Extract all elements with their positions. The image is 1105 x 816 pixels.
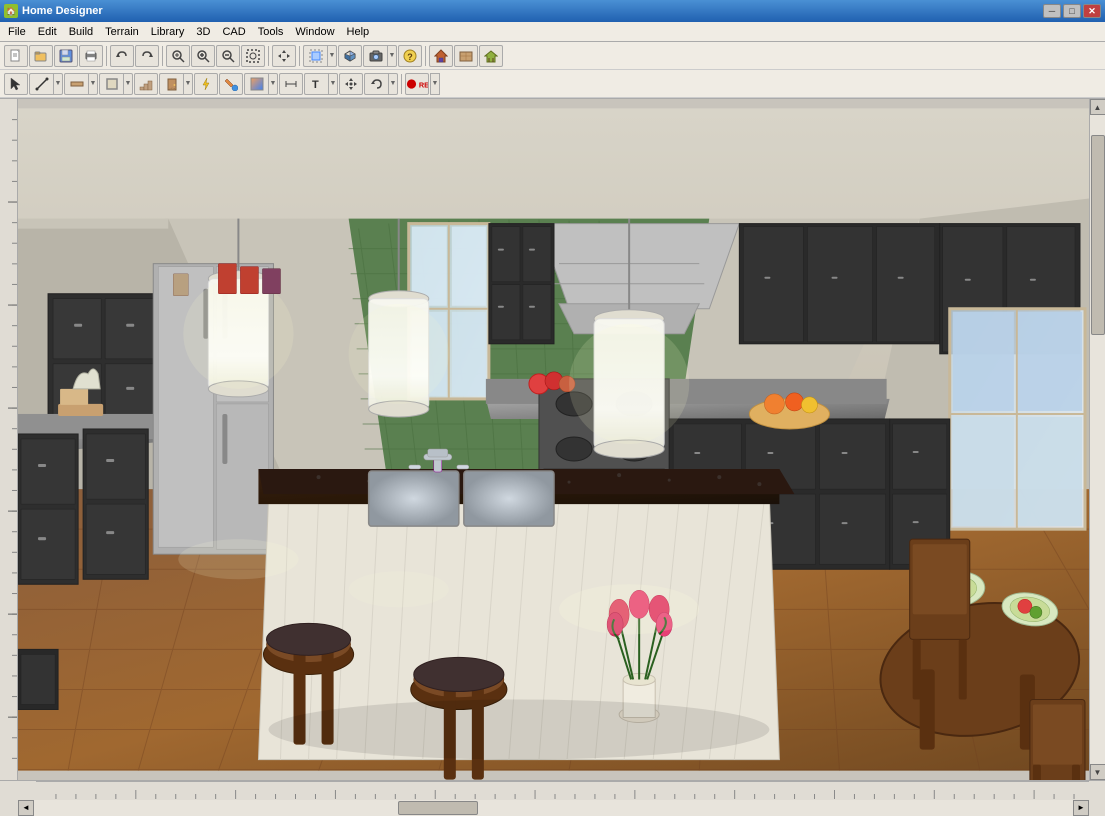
draw-dropdown: ▼: [29, 73, 63, 95]
minimize-button[interactable]: ─: [1043, 4, 1061, 18]
h-scroll-thumb[interactable]: [398, 801, 478, 815]
rotate-button[interactable]: [364, 73, 388, 95]
main-area: ▲ ▼: [0, 99, 1105, 780]
kitchen-render: [18, 99, 1089, 780]
svg-text:?: ?: [407, 52, 413, 62]
menu-file[interactable]: File: [2, 24, 32, 40]
title-bar: 🏠 Home Designer ─ □ ✕: [0, 0, 1105, 22]
menu-tools[interactable]: Tools: [252, 24, 290, 40]
pan-button[interactable]: [272, 45, 296, 67]
select-dropdown: ▼: [303, 45, 337, 67]
transform-dropdown-arrow[interactable]: ▼: [388, 73, 398, 95]
wall-button[interactable]: [64, 73, 88, 95]
material-dropdown: ▼: [244, 73, 278, 95]
menu-help[interactable]: Help: [341, 24, 376, 40]
right-scrollbar: ▲ ▼: [1089, 99, 1105, 780]
door-dropdown-arrow[interactable]: ▼: [183, 73, 193, 95]
toolbar-row-2: ▼ ▼ ▼ ▼: [0, 70, 1105, 98]
app-title: Home Designer: [22, 5, 1043, 17]
room-dropdown: ▼: [99, 73, 133, 95]
menu-build[interactable]: Build: [63, 24, 99, 40]
rec-button[interactable]: REC: [405, 73, 429, 95]
draw-dropdown-arrow[interactable]: ▼: [53, 73, 63, 95]
electric-button[interactable]: [194, 73, 218, 95]
walk-button[interactable]: [479, 45, 503, 67]
toolbar-container: ▼ ▼ ?: [0, 42, 1105, 99]
scroll-track[interactable]: [1090, 115, 1105, 764]
canvas-area[interactable]: [18, 99, 1089, 780]
scroll-down-button[interactable]: ▼: [1090, 764, 1105, 780]
menu-library[interactable]: Library: [145, 24, 191, 40]
print-button[interactable]: [79, 45, 103, 67]
zoom-box-button[interactable]: [241, 45, 265, 67]
floor-button[interactable]: [454, 45, 478, 67]
stair-button[interactable]: [134, 73, 158, 95]
rec-dropdown-arrow[interactable]: ▼: [430, 73, 440, 95]
scroll-up-button[interactable]: ▲: [1090, 99, 1105, 115]
menu-bar: File Edit Build Terrain Library 3D CAD T…: [0, 22, 1105, 42]
redo-button[interactable]: [135, 45, 159, 67]
left-ruler: [0, 99, 18, 780]
maximize-button[interactable]: □: [1063, 4, 1081, 18]
house-button[interactable]: [429, 45, 453, 67]
text-dropdown: T ▼: [304, 73, 338, 95]
scroll-left-button[interactable]: ◄: [18, 800, 34, 816]
separator-3: [268, 46, 269, 66]
menu-edit[interactable]: Edit: [32, 24, 63, 40]
toolbar-row-1: ▼ ▼ ?: [0, 42, 1105, 70]
zoom-in-button[interactable]: [191, 45, 215, 67]
paint-bucket-button[interactable]: [219, 73, 243, 95]
arrow-select-button[interactable]: [4, 73, 28, 95]
scene-svg: [18, 99, 1089, 780]
separator-5: [425, 46, 426, 66]
text-dropdown-arrow[interactable]: ▼: [328, 73, 338, 95]
dimension-button[interactable]: [279, 73, 303, 95]
zoom-fit-button[interactable]: [166, 45, 190, 67]
close-button[interactable]: ✕: [1083, 4, 1101, 18]
text-button[interactable]: T: [304, 73, 328, 95]
scroll-thumb[interactable]: [1091, 135, 1105, 335]
move-button[interactable]: [339, 73, 363, 95]
draw-button[interactable]: [29, 73, 53, 95]
camera-dropdown: ▼: [363, 45, 397, 67]
camera-button[interactable]: [363, 45, 387, 67]
select-all-button[interactable]: [303, 45, 327, 67]
app-icon: 🏠: [4, 4, 18, 18]
room-dropdown-arrow[interactable]: ▼: [123, 73, 133, 95]
new-button[interactable]: [4, 45, 28, 67]
menu-window[interactable]: Window: [289, 24, 340, 40]
select-dropdown-arrow[interactable]: ▼: [327, 45, 337, 67]
menu-terrain[interactable]: Terrain: [99, 24, 145, 40]
transform-dropdown: ▼: [364, 73, 398, 95]
save-button[interactable]: [54, 45, 78, 67]
door-button[interactable]: [159, 73, 183, 95]
separator-1: [106, 46, 107, 66]
room-button[interactable]: [99, 73, 123, 95]
wall-dropdown-arrow[interactable]: ▼: [88, 73, 98, 95]
3d-view-button[interactable]: [338, 45, 362, 67]
separator-2: [162, 46, 163, 66]
camera-dropdown-arrow[interactable]: ▼: [387, 45, 397, 67]
svg-text:REC: REC: [419, 80, 428, 89]
material-button[interactable]: [244, 73, 268, 95]
separator-6: [401, 74, 402, 94]
h-scroll-track[interactable]: [34, 800, 1073, 816]
scroll-right-button[interactable]: ►: [1073, 800, 1089, 816]
bottom-ruler: [36, 781, 1089, 799]
material-dropdown-arrow[interactable]: ▼: [268, 73, 278, 95]
door-dropdown: ▼: [159, 73, 193, 95]
svg-text:T: T: [312, 79, 319, 91]
separator-4: [299, 46, 300, 66]
open-button[interactable]: [29, 45, 53, 67]
menu-3d[interactable]: 3D: [190, 24, 216, 40]
wall-dropdown: ▼: [64, 73, 98, 95]
undo-button[interactable]: [110, 45, 134, 67]
zoom-out-button[interactable]: [216, 45, 240, 67]
menu-cad[interactable]: CAD: [216, 24, 251, 40]
window-controls: ─ □ ✕: [1043, 4, 1101, 18]
help-button[interactable]: ?: [398, 45, 422, 67]
